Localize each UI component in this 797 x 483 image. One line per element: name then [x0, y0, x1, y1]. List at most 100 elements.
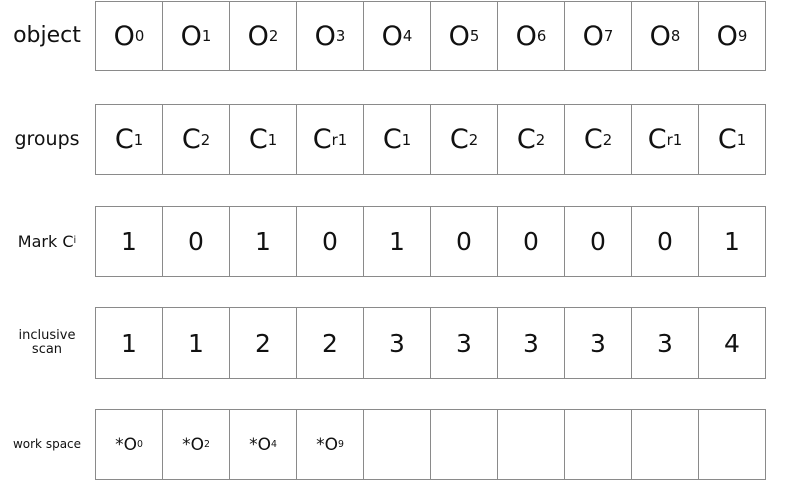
- cell-scan-1: 1: [162, 307, 230, 379]
- cell-workspace-6: [497, 409, 565, 480]
- cell-object-1: O1: [162, 1, 230, 71]
- cell-groups-7: C2: [564, 104, 632, 175]
- row-label-text: work space: [12, 436, 82, 451]
- cell-value: 1: [121, 328, 137, 358]
- cell-workspace-1: *O 2: [162, 409, 230, 480]
- cell-scan-8: 3: [631, 307, 699, 379]
- cell-scan-4: 3: [363, 307, 431, 379]
- cell-workspace-2: *O 4: [229, 409, 297, 480]
- cell-value: 3: [523, 328, 539, 358]
- cell-value: O: [180, 20, 202, 52]
- cell-object-8: O8: [631, 1, 699, 71]
- cell-mark-3: 0: [296, 206, 364, 277]
- cell-groups-2: C1: [229, 104, 297, 175]
- cell-value: 0: [188, 227, 204, 256]
- cells-object: O0O1O2O3O4O5O6O7O8O9: [95, 1, 766, 71]
- cell-groups-0: C1: [95, 104, 163, 175]
- cell-object-7: O7: [564, 1, 632, 71]
- cell-mark-1: 0: [162, 206, 230, 277]
- cell-object-0: O0: [95, 1, 163, 71]
- cell-mark-5: 0: [430, 206, 498, 277]
- cell-groups-5: C2: [430, 104, 498, 175]
- cells-workspace: *O 0 *O 2 *O 4 *O 9: [95, 409, 766, 480]
- cell-value: 3: [657, 328, 673, 358]
- cell-mark-7: 0: [564, 206, 632, 277]
- row-label-text: object: [13, 22, 81, 48]
- cell-mark-8: 0: [631, 206, 699, 277]
- cell-value: C: [449, 124, 469, 155]
- row-label-object: object: [0, 1, 94, 71]
- cell-value: O: [716, 20, 738, 52]
- cell-object-6: O6: [497, 1, 565, 71]
- row-label-text: inclusive scan: [18, 327, 76, 357]
- cell-value: 1: [121, 227, 137, 256]
- cell-scan-0: 1: [95, 307, 163, 379]
- cell-value: 0: [657, 227, 673, 256]
- cell-scan-5: 3: [430, 307, 498, 379]
- cell-value: O: [314, 20, 336, 52]
- cell-workspace-8: [631, 409, 699, 480]
- cell-object-3: O3: [296, 1, 364, 71]
- cell-value: C: [717, 124, 737, 155]
- cell-scan-3: 2: [296, 307, 364, 379]
- cell-value: C: [583, 124, 603, 155]
- cell-value: 0: [322, 227, 338, 256]
- row-object: object O 0 O 1 O 2 O 3 O 4 O 5 O 6 O 7 O 8 O 9: [0, 1, 797, 71]
- cell-value: 0: [456, 227, 472, 256]
- row-label-groups: groups: [0, 104, 94, 175]
- cell-object-5: O5: [430, 1, 498, 71]
- cell-mark-9: 1: [698, 206, 766, 277]
- cell-value: C: [312, 124, 332, 155]
- cell-workspace-7: [564, 409, 632, 480]
- cells-mark: 1 0 1 0 1 0 0 0 0 1: [95, 206, 766, 277]
- cell-value: 1: [724, 227, 740, 256]
- cell-scan-6: 3: [497, 307, 565, 379]
- cell-workspace-0: *O 0: [95, 409, 163, 480]
- cell-mark-6: 0: [497, 206, 565, 277]
- cell-groups-9: C1: [698, 104, 766, 175]
- cell-value: C: [647, 124, 667, 155]
- cell-value: O: [448, 20, 470, 52]
- cell-value: *O: [182, 434, 204, 455]
- row-mark: Mark Ci 1 0 1 0 1 0 0 0 0 1: [0, 206, 797, 277]
- cell-value: C: [114, 124, 134, 155]
- cell-value: C: [382, 124, 402, 155]
- row-label-workspace: work space: [0, 409, 94, 480]
- row-label-text: groups: [14, 128, 80, 151]
- cell-mark-2: 1: [229, 206, 297, 277]
- cell-value: 3: [456, 328, 472, 358]
- cells-scan: 1 1 2 2 3 3 3 3 3 4: [95, 307, 766, 379]
- cell-value: O: [649, 20, 671, 52]
- cell-value: *O: [316, 434, 338, 455]
- cell-workspace-4: [363, 409, 431, 480]
- cell-value: 1: [255, 227, 271, 256]
- cell-value: O: [582, 20, 604, 52]
- cell-scan-2: 2: [229, 307, 297, 379]
- cell-groups-8: Cr1: [631, 104, 699, 175]
- cell-mark-0: 1: [95, 206, 163, 277]
- cell-workspace-9: [698, 409, 766, 480]
- cell-workspace-3: *O 9: [296, 409, 364, 480]
- cell-scan-9: 4: [698, 307, 766, 379]
- cell-scan-7: 3: [564, 307, 632, 379]
- cell-value: *O: [115, 434, 137, 455]
- cell-value: O: [515, 20, 537, 52]
- cell-mark-4: 1: [363, 206, 431, 277]
- cell-value: 3: [590, 328, 606, 358]
- cell-groups-6: C2: [497, 104, 565, 175]
- row-groups: groups C 1 C 2 C 1 Cr1 C 1 C 2 C 2 C 2 Cr1 C 1: [0, 104, 797, 175]
- cell-groups-4: C1: [363, 104, 431, 175]
- cell-value: O: [113, 20, 135, 52]
- row-label-mark: Mark Ci: [0, 206, 94, 277]
- cell-value: 3: [389, 328, 405, 358]
- row-label-text: Mark C: [17, 231, 74, 251]
- row-workspace: work space *O 0 *O 2 *O 4 *O 9: [0, 409, 797, 480]
- cell-value: C: [516, 124, 536, 155]
- cell-workspace-5: [430, 409, 498, 480]
- cell-object-9: O9: [698, 1, 766, 71]
- row-label-scan: inclusive scan: [0, 307, 94, 379]
- cell-value: 2: [255, 328, 271, 358]
- cells-groups: C 1 C 2 C 1 Cr1 C 1 C 2 C 2 C 2 Cr1 C 1: [95, 104, 766, 175]
- cell-value: 2: [322, 328, 338, 358]
- cell-value: 0: [590, 227, 606, 256]
